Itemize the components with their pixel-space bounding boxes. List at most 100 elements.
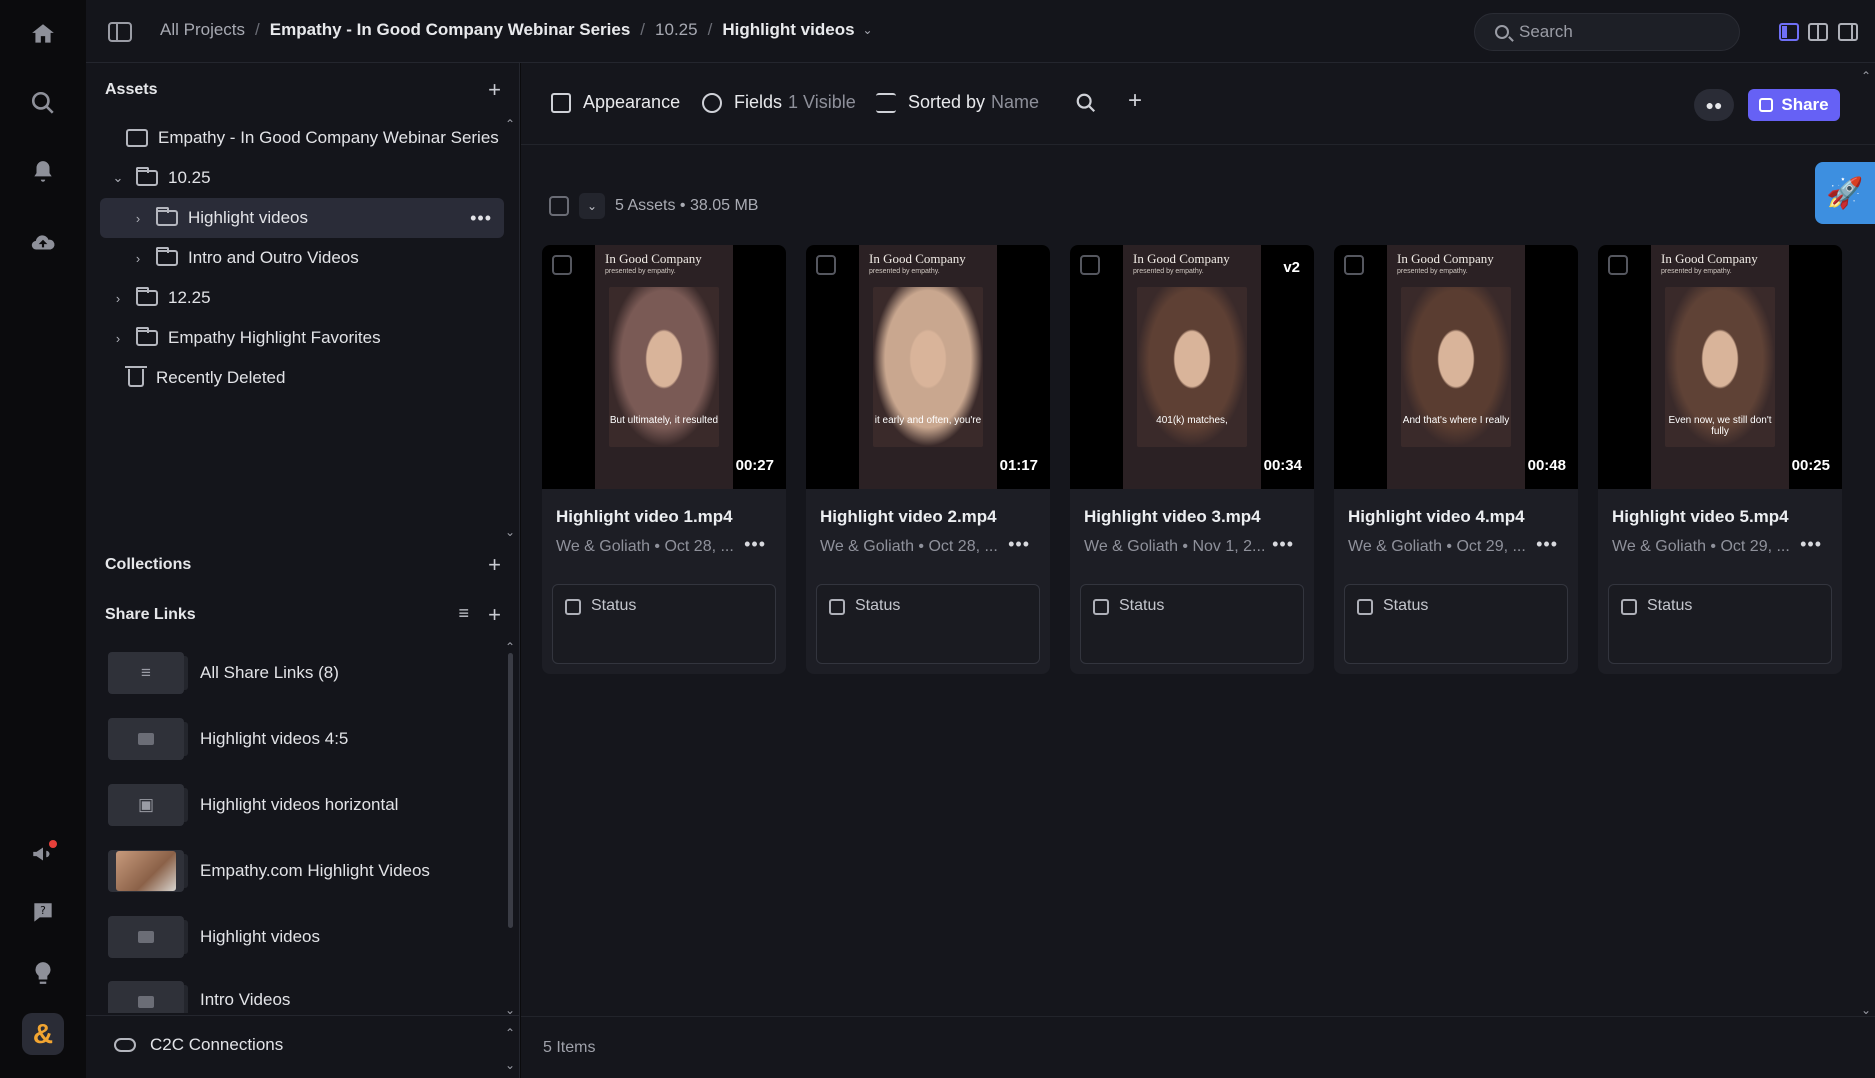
video-caption: And that's where I really [1402, 415, 1510, 426]
layout-left-panel-icon[interactable] [1779, 23, 1799, 41]
video-thumbnail[interactable]: In Good Company presented by empathy. And … [1334, 245, 1578, 489]
chevron-right-icon[interactable]: › [110, 291, 126, 306]
share-link-item[interactable]: Highlight videos 4:5 [108, 717, 498, 761]
search-input[interactable]: Search [1474, 13, 1740, 51]
video-thumbnail[interactable]: In Good Company presented by empathy. 401(… [1070, 245, 1314, 489]
scroll-down-icon[interactable]: ⌄ [1861, 1003, 1871, 1017]
share-link-item[interactable]: Intro Videos [108, 981, 498, 1013]
asset-title[interactable]: Highlight video 3.mp4 [1084, 507, 1261, 527]
more-options-icon[interactable]: ••• [1536, 534, 1558, 555]
asset-checkbox[interactable] [1608, 255, 1628, 275]
share-link-item[interactable]: ▣ Highlight videos horizontal [108, 783, 498, 827]
chevron-right-icon[interactable]: › [110, 331, 126, 346]
scroll-down-icon[interactable]: ⌄ [505, 525, 515, 539]
scroll-up-icon[interactable]: ⌃ [505, 640, 515, 654]
tree-item-intro-outro[interactable]: › Intro and Outro Videos [100, 238, 504, 278]
chevron-down-icon[interactable]: ⌄ [110, 170, 126, 186]
share-link-item[interactable]: ≡ All Share Links (8) [108, 651, 498, 695]
share-button[interactable]: Share [1748, 89, 1840, 121]
chevron-right-icon[interactable]: › [130, 211, 146, 226]
asset-card[interactable]: In Good Company presented by empathy. 401(… [1070, 245, 1314, 674]
video-thumbnail[interactable]: In Good Company presented by empathy. Even… [1598, 245, 1842, 489]
more-options-icon[interactable]: ••• [1800, 534, 1822, 555]
bell-icon[interactable] [23, 152, 63, 192]
scroll-up-icon[interactable]: ⌃ [505, 117, 515, 131]
duration-badge: 00:34 [1263, 457, 1302, 474]
share-link-item[interactable]: Highlight videos [108, 915, 498, 959]
chevron-down-icon[interactable]: ⌄ [863, 23, 873, 37]
rocket-icon[interactable]: 🚀 [1815, 162, 1875, 224]
scroll-down-icon[interactable]: ⌄ [505, 1058, 515, 1072]
scroll-up-icon[interactable]: ⌃ [505, 1026, 515, 1040]
sort-button[interactable]: Sorted by Name [876, 92, 1039, 113]
workspace-logo[interactable]: & [22, 1013, 64, 1055]
asset-title[interactable]: Highlight video 5.mp4 [1612, 507, 1789, 527]
video-caption: Even now, we still don't fully [1668, 415, 1772, 437]
status-field[interactable]: Status [816, 584, 1040, 664]
appearance-button[interactable]: Appearance [551, 92, 680, 113]
sort-icon[interactable]: ≡ [458, 604, 469, 622]
breadcrumb-current[interactable]: Highlight videos [722, 20, 854, 40]
megaphone-icon[interactable] [23, 834, 63, 874]
c2c-connections[interactable]: C2C Connections [114, 1023, 504, 1067]
video-brand: In Good Company presented by empathy. [1661, 251, 1758, 275]
tree-item-recently-deleted[interactable]: Recently Deleted [100, 358, 504, 398]
more-options-icon[interactable]: ••• [470, 208, 492, 229]
search-icon[interactable] [23, 83, 63, 123]
lightbulb-icon[interactable] [23, 953, 63, 993]
more-options-icon[interactable]: ••• [744, 534, 766, 555]
status-field[interactable]: Status [552, 584, 776, 664]
help-icon[interactable]: ? [23, 893, 63, 933]
tree-item-highlight-videos[interactable]: › Highlight videos ••• [100, 198, 504, 238]
left-rail: ? & [0, 0, 86, 1078]
asset-title[interactable]: Highlight video 4.mp4 [1348, 507, 1525, 527]
chevron-right-icon[interactable]: › [130, 251, 146, 266]
status-field[interactable]: Status [1080, 584, 1304, 664]
asset-checkbox[interactable] [1344, 255, 1364, 275]
status-field[interactable]: Status [1608, 584, 1832, 664]
chevron-down-icon[interactable]: ⌄ [579, 193, 605, 219]
more-options-icon[interactable]: ••• [1008, 534, 1030, 555]
cloud-upload-icon[interactable] [23, 223, 63, 263]
search-icon[interactable] [1075, 92, 1097, 121]
breadcrumb-all-projects[interactable]: All Projects [160, 20, 245, 40]
status-field[interactable]: Status [1344, 584, 1568, 664]
select-all-checkbox[interactable] [549, 196, 569, 216]
fields-button[interactable]: Fields 1 Visible [702, 92, 856, 113]
add-asset-button[interactable]: + [488, 79, 501, 101]
scroll-up-icon[interactable]: ⌃ [1861, 69, 1871, 83]
folder-icon [136, 327, 158, 346]
asset-card[interactable]: In Good Company presented by empathy. it e… [806, 245, 1050, 674]
people-icon[interactable]: ●● [1694, 89, 1734, 121]
asset-title[interactable]: Highlight video 2.mp4 [820, 507, 997, 527]
add-share-link-button[interactable]: + [488, 604, 501, 626]
share-link-item[interactable]: Empathy.com Highlight Videos [108, 849, 498, 893]
sidebar-toggle-icon[interactable] [108, 22, 132, 42]
share-links-scrollbar[interactable] [508, 653, 513, 928]
asset-title[interactable]: Highlight video 1.mp4 [556, 507, 733, 527]
notification-dot [49, 840, 57, 848]
add-icon[interactable]: + [1128, 87, 1142, 115]
add-collection-button[interactable]: + [488, 554, 501, 576]
more-options-icon[interactable]: ••• [1272, 534, 1294, 555]
breadcrumb-folder[interactable]: 10.25 [655, 20, 698, 40]
tree-item-favorites[interactable]: › Empathy Highlight Favorites [100, 318, 504, 358]
video-thumbnail[interactable]: In Good Company presented by empathy. But … [542, 245, 786, 489]
tree-item-project[interactable]: Empathy - In Good Company Webinar Series [100, 118, 504, 158]
layout-right-panel-icon[interactable] [1838, 23, 1858, 41]
version-badge[interactable]: v2 [1283, 259, 1300, 276]
asset-checkbox[interactable] [816, 255, 836, 275]
tree-item-10-25[interactable]: ⌄ 10.25 [100, 158, 504, 198]
asset-checkbox[interactable] [1080, 255, 1100, 275]
video-thumbnail[interactable]: In Good Company presented by empathy. it e… [806, 245, 1050, 489]
asset-checkbox[interactable] [552, 255, 572, 275]
breadcrumb-project[interactable]: Empathy - In Good Company Webinar Series [270, 20, 631, 40]
folder-icon [156, 207, 178, 226]
layout-split-icon[interactable] [1808, 23, 1828, 41]
tree-item-12-25[interactable]: › 12.25 [100, 278, 504, 318]
asset-card[interactable]: In Good Company presented by empathy. And … [1334, 245, 1578, 674]
asset-card[interactable]: In Good Company presented by empathy. But … [542, 245, 786, 674]
home-icon[interactable] [23, 14, 63, 54]
video-caption: it early and often, you're [874, 415, 982, 426]
asset-card[interactable]: In Good Company presented by empathy. Even… [1598, 245, 1842, 674]
